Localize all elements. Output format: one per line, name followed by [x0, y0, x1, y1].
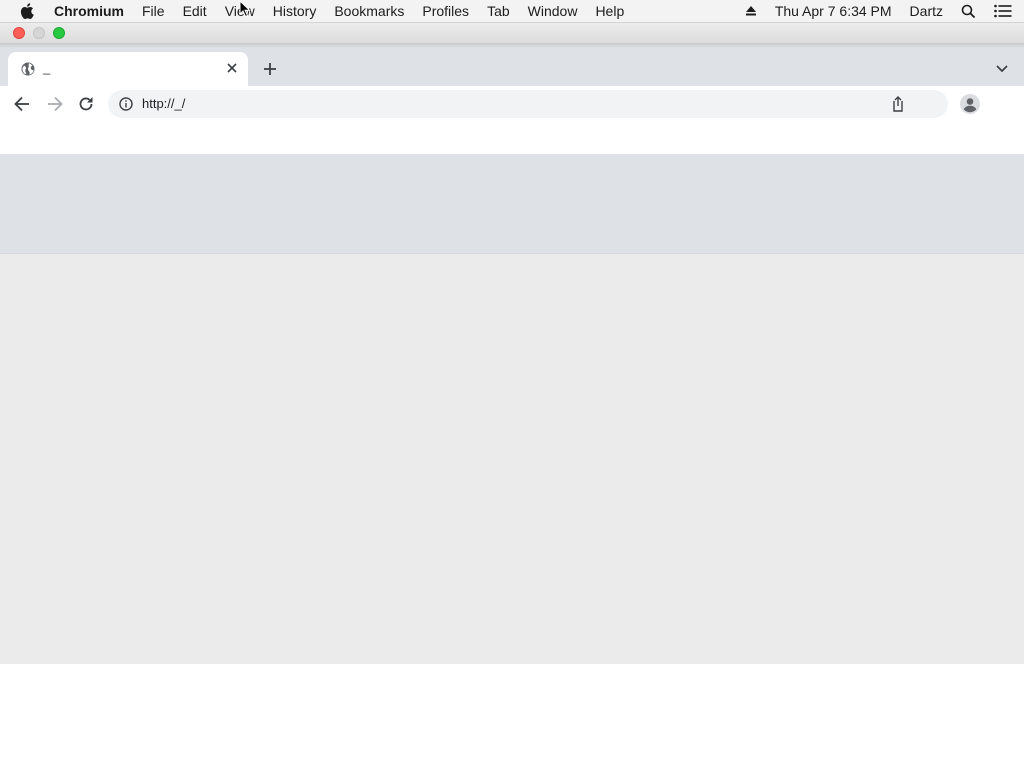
- new-tab-plus-icon[interactable]: [260, 59, 280, 79]
- menu-file[interactable]: File: [142, 3, 165, 19]
- menu-history[interactable]: History: [273, 3, 317, 19]
- forward-arrow-icon[interactable]: [45, 94, 65, 114]
- menu-bar-status-area: Thu Apr 7 6:34 PM Dartz: [745, 0, 1024, 22]
- globe-icon: [20, 61, 36, 77]
- menu-bookmarks[interactable]: Bookmarks: [334, 3, 404, 19]
- address-bar[interactable]: http://_/: [108, 90, 948, 118]
- page-content-area: [0, 254, 1024, 664]
- menu-edit[interactable]: Edit: [183, 3, 207, 19]
- tab-strip-shadow: [0, 43, 1024, 48]
- apple-icon[interactable]: [20, 0, 36, 22]
- window-maximize-button[interactable]: [53, 27, 65, 39]
- mouse-cursor-icon: [239, 0, 251, 18]
- menu-window[interactable]: Window: [528, 3, 578, 19]
- browser-tab[interactable]: _: [8, 52, 248, 86]
- site-info-icon[interactable]: [118, 96, 134, 112]
- window-titlebar[interactable]: [0, 23, 1024, 43]
- back-arrow-icon[interactable]: [12, 94, 32, 114]
- profile-avatar-icon[interactable]: [959, 93, 981, 115]
- tab-title: _: [43, 60, 51, 75]
- bookmarks-bar: [0, 122, 1024, 268]
- menu-bar-user[interactable]: Dartz: [910, 3, 943, 19]
- menu-tab[interactable]: Tab: [487, 3, 510, 19]
- menu-bar-clock[interactable]: Thu Apr 7 6:34 PM: [775, 3, 892, 19]
- menu-app-name[interactable]: Chromium: [54, 3, 124, 19]
- page-header-band: [0, 154, 1024, 254]
- reload-icon[interactable]: [76, 94, 96, 114]
- macos-menu-bar: Chromium File Edit View History Bookmark…: [0, 0, 1024, 23]
- window-minimize-button[interactable]: [33, 27, 45, 39]
- menu-profiles[interactable]: Profiles: [422, 3, 469, 19]
- notification-center-icon[interactable]: [994, 4, 1012, 18]
- page-footer-area: [0, 664, 1024, 768]
- tab-close-icon[interactable]: [223, 59, 241, 77]
- spotlight-search-icon[interactable]: [961, 4, 976, 19]
- eject-icon[interactable]: [745, 5, 757, 17]
- tab-search-chevron-down-icon[interactable]: [993, 61, 1011, 77]
- share-icon[interactable]: [890, 95, 906, 113]
- menu-help[interactable]: Help: [595, 3, 624, 19]
- address-bar-url[interactable]: http://_/: [142, 96, 185, 111]
- window-close-button[interactable]: [13, 27, 25, 39]
